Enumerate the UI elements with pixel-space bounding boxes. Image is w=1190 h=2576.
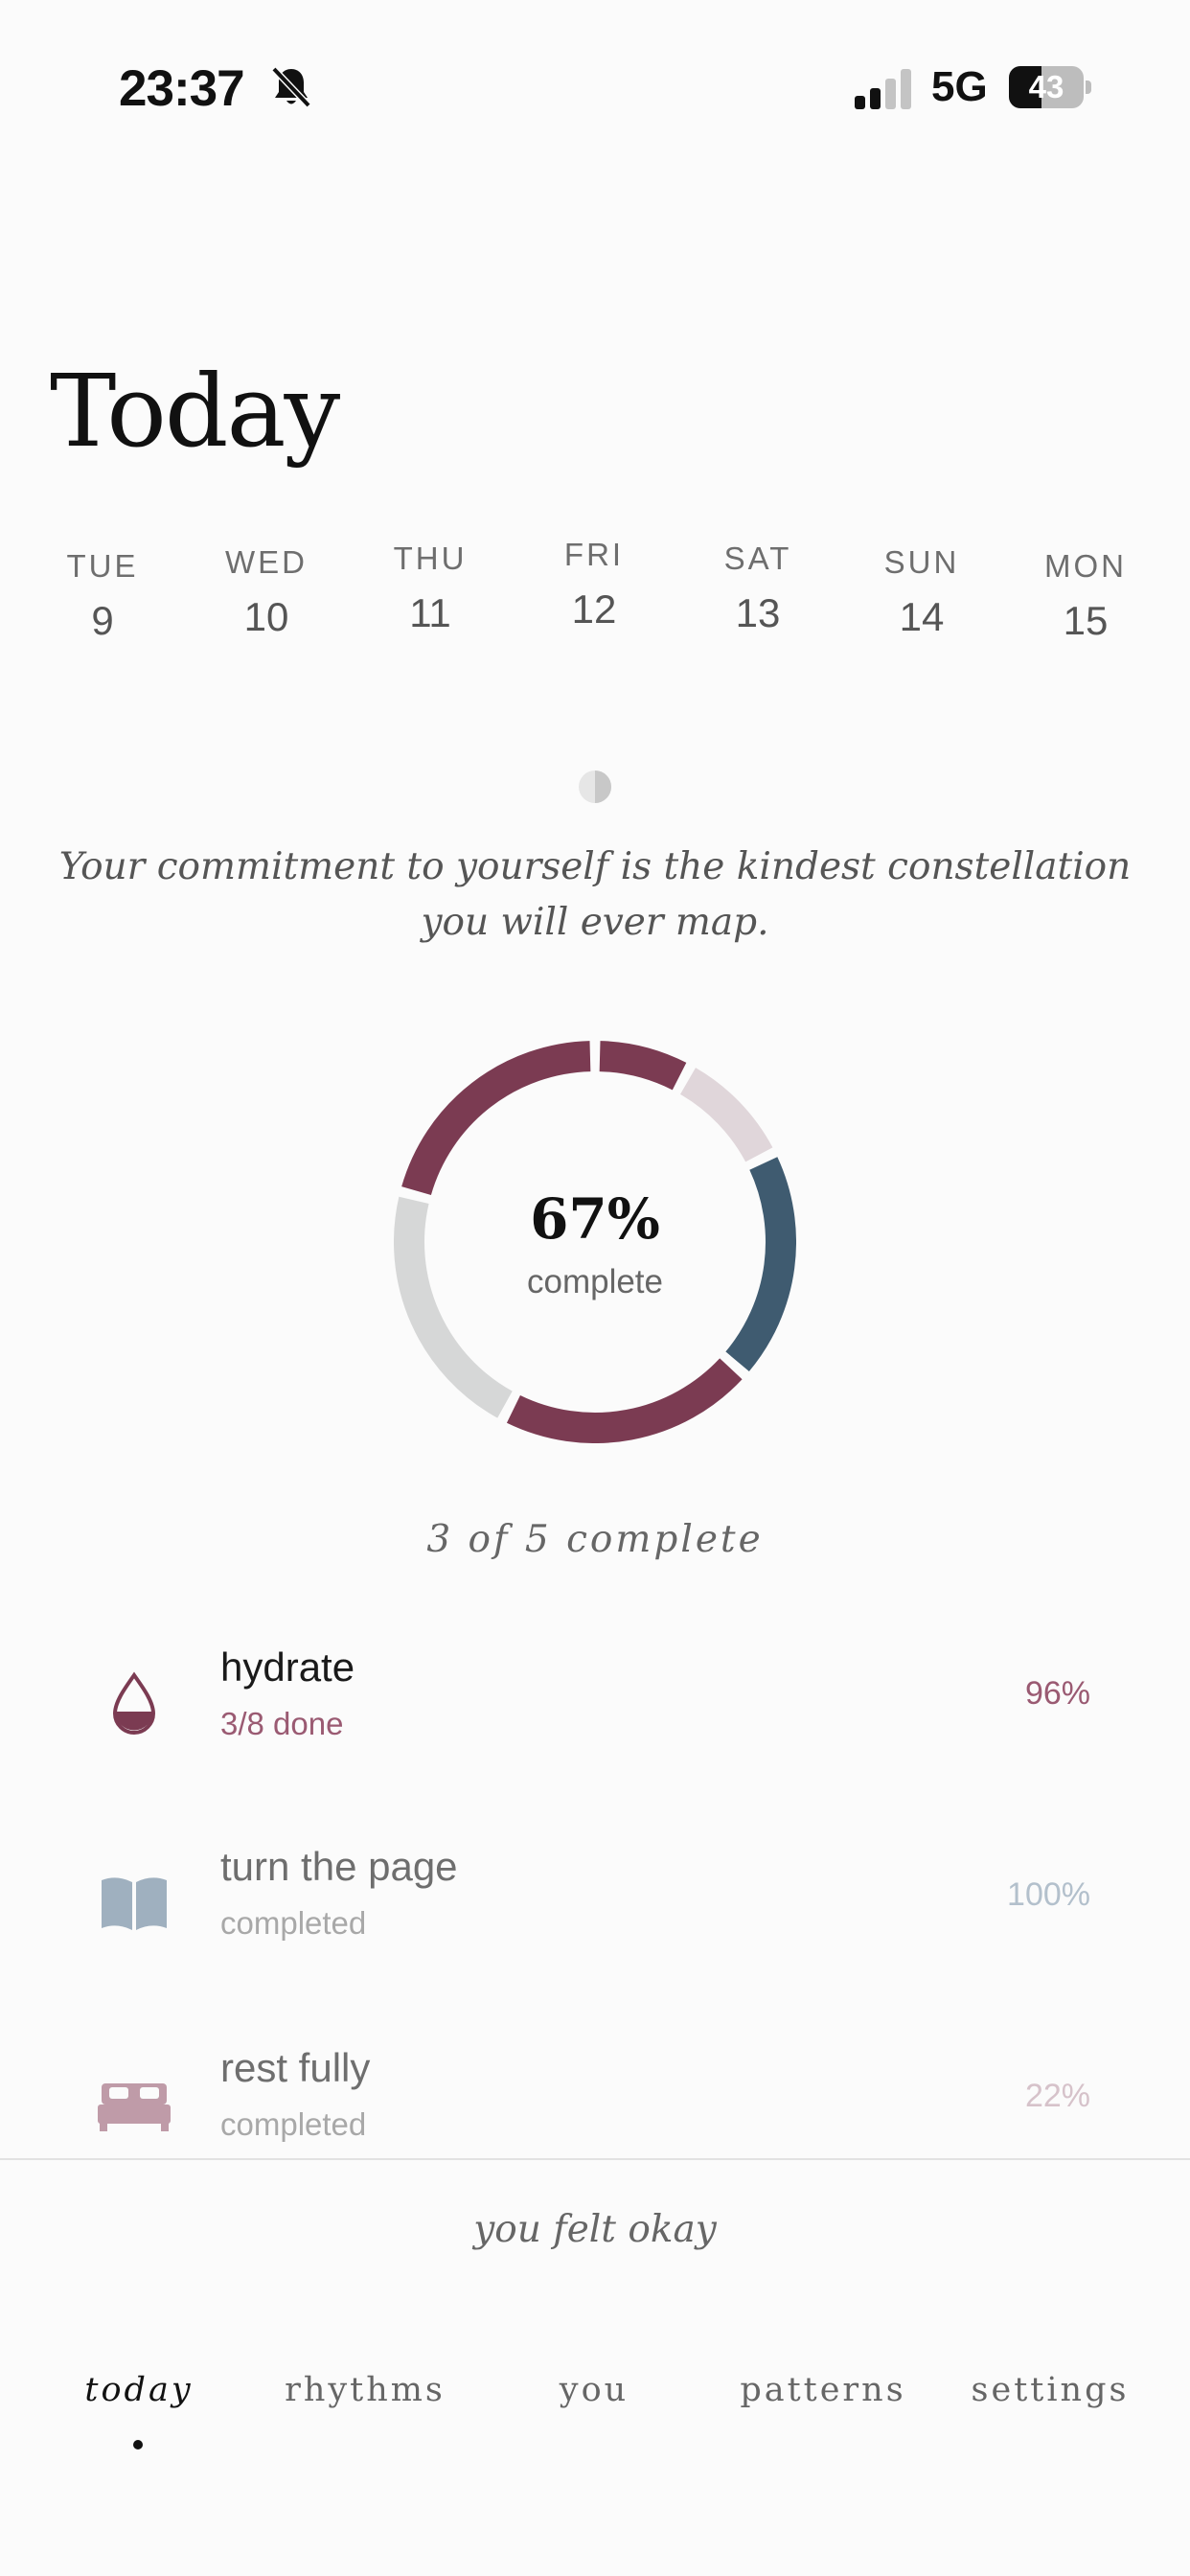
habit-name: rest fully xyxy=(220,2045,371,2090)
progress-percent: 67% xyxy=(530,1186,660,1252)
day-fri[interactable]: FRI 12 xyxy=(513,537,675,632)
network-type: 5G xyxy=(931,63,988,110)
habit-percent: 100% xyxy=(1007,1876,1090,1913)
tab-patterns[interactable]: patterns xyxy=(718,2371,928,2409)
habit-row-turn-the-page[interactable]: turn the page completed 100% xyxy=(0,1792,1190,1993)
daily-quote: Your commitment to yourself is the kinde… xyxy=(58,845,1132,944)
tab-you[interactable]: you xyxy=(489,2371,699,2409)
completion-summary: 3 of 5 complete xyxy=(426,1518,764,1561)
bell-slash-icon xyxy=(271,66,311,108)
habit-name: turn the page xyxy=(220,1844,458,1889)
day-name: FRI xyxy=(563,537,625,572)
habit-status: completed xyxy=(220,2106,367,2142)
tab-rhythms[interactable]: rhythms xyxy=(260,2371,470,2409)
day-name: WED xyxy=(225,544,308,580)
habit-row-hydrate[interactable]: hydrate 3/8 done 96% xyxy=(0,1591,1190,1792)
tab-bar: today rhythms you patterns settings xyxy=(0,2304,1190,2576)
status-bar: 23:37 5G 43 xyxy=(0,0,1190,172)
mood-text: you felt okay xyxy=(473,2208,717,2251)
day-date: 13 xyxy=(735,590,781,635)
half-moon-icon xyxy=(579,770,611,803)
status-time: 23:37 xyxy=(119,60,245,117)
habit-percent: 22% xyxy=(1024,2078,1090,2114)
ring-segment-2 xyxy=(679,1068,773,1162)
tab-today[interactable]: today xyxy=(34,2371,244,2409)
habit-status: completed xyxy=(220,1905,367,1941)
day-wed[interactable]: WED 10 xyxy=(185,544,348,640)
day-tue[interactable]: TUE 9 xyxy=(21,548,184,644)
battery-level: 43 xyxy=(1028,69,1064,104)
water-drop-icon xyxy=(112,1671,156,1735)
habit-list: hydrate 3/8 done 96% turn the page compl… xyxy=(0,1591,1190,2158)
week-strip: TUE 9 WED 10 THU 11 FRI 12 SAT 13 SUN 14… xyxy=(21,537,1169,652)
habit-row-rest-fully[interactable]: rest fully completed 22% xyxy=(0,1993,1190,2158)
ring-segment-1 xyxy=(599,1041,687,1091)
day-mon[interactable]: MON 15 xyxy=(1004,548,1167,644)
day-sun[interactable]: SUN 14 xyxy=(840,544,1003,640)
ring-segment-6 xyxy=(401,1041,591,1196)
day-date: 12 xyxy=(571,586,617,632)
day-name: SAT xyxy=(723,540,792,576)
habit-status: 3/8 done xyxy=(220,1706,344,1741)
day-name: THU xyxy=(393,540,468,576)
habit-name: hydrate xyxy=(220,1644,355,1690)
day-date: 11 xyxy=(409,590,451,635)
day-date: 10 xyxy=(243,594,289,639)
day-date: 14 xyxy=(899,594,945,639)
page-title: Today xyxy=(50,353,340,470)
mood-summary[interactable]: you felt okay xyxy=(0,2158,1190,2306)
cellular-signal-icon xyxy=(855,69,911,109)
bed-icon xyxy=(98,2083,171,2131)
day-thu[interactable]: THU 11 xyxy=(349,540,512,636)
progress-ring: 67% complete xyxy=(394,1041,796,1443)
day-name: MON xyxy=(1044,548,1127,584)
day-name: SUN xyxy=(883,544,960,580)
book-icon xyxy=(102,1877,167,1930)
day-sat[interactable]: SAT 13 xyxy=(676,540,839,636)
ring-segment-4 xyxy=(506,1358,743,1443)
day-date: 9 xyxy=(91,598,114,643)
battery-icon: 43 xyxy=(1009,66,1091,108)
progress-label: complete xyxy=(526,1263,664,1300)
tab-settings[interactable]: settings xyxy=(945,2371,1156,2409)
active-tab-indicator xyxy=(133,2440,143,2450)
day-date: 15 xyxy=(1063,598,1109,643)
day-name: TUE xyxy=(66,548,139,584)
habit-percent: 96% xyxy=(1024,1675,1090,1712)
